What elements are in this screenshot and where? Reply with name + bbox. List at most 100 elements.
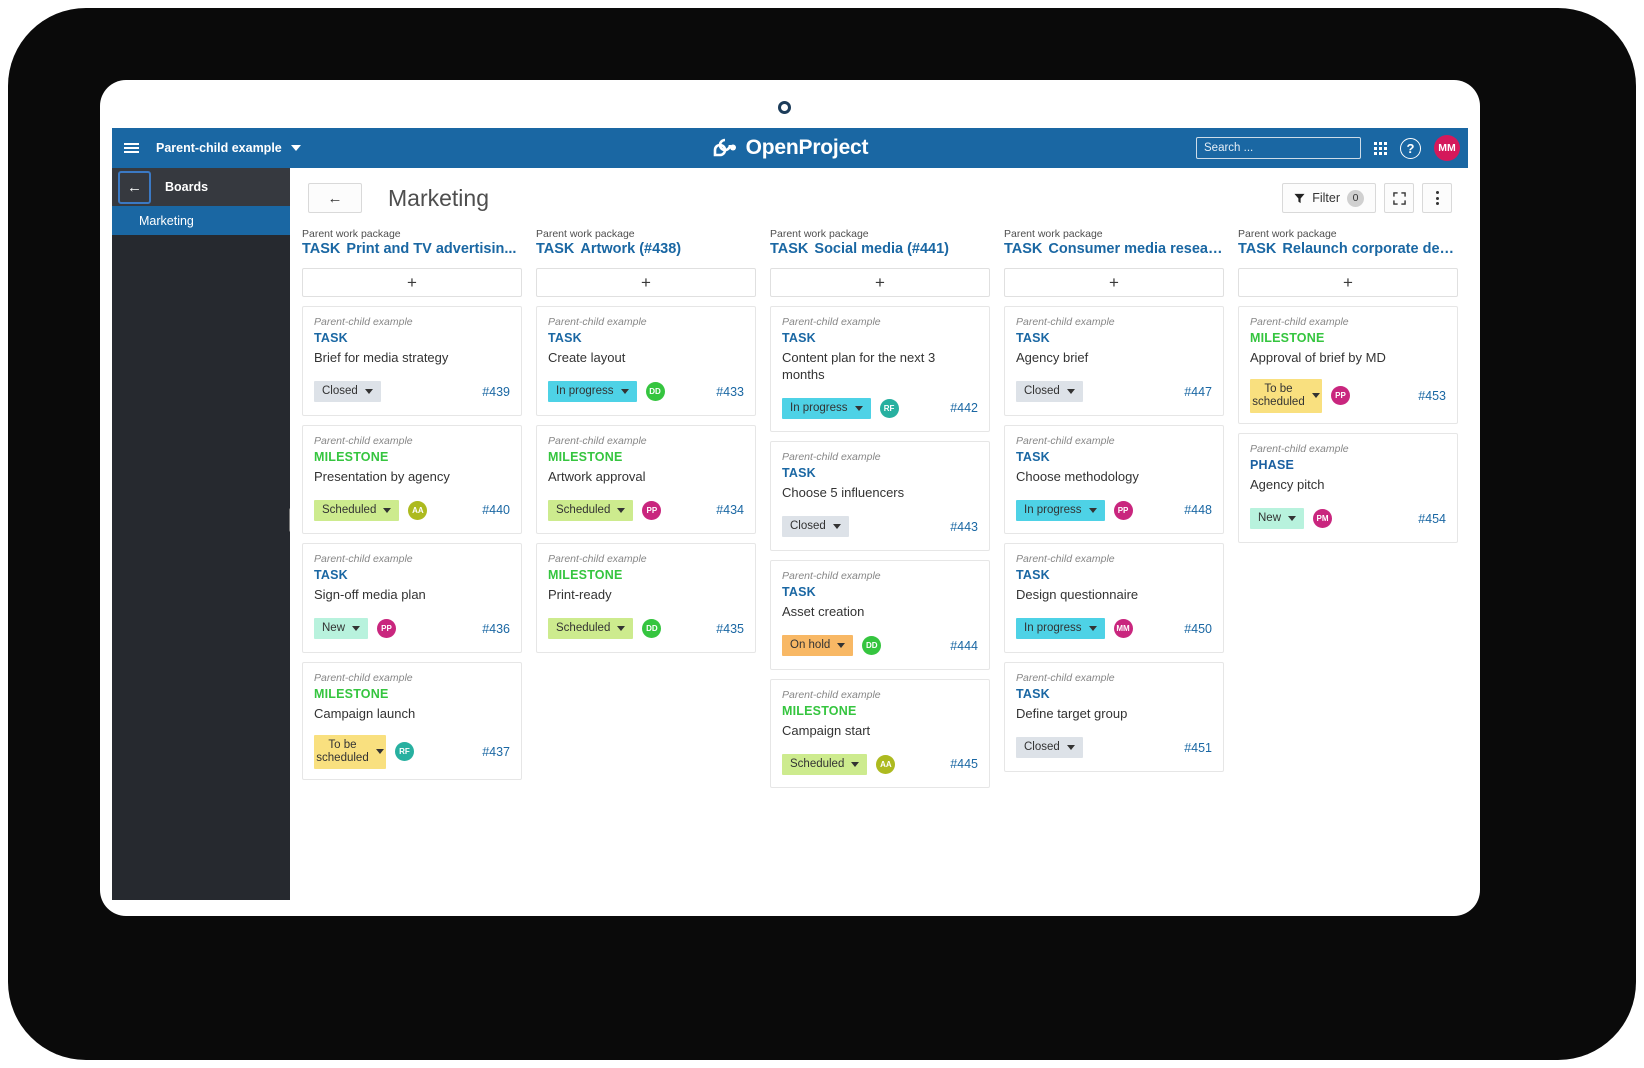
status-badge[interactable]: In progress [548,381,637,403]
status-badge[interactable]: Closed [314,381,381,403]
help-icon[interactable]: ? [1400,137,1421,159]
card-id-link[interactable]: #437 [482,745,510,759]
status-badge[interactable]: In progress [1016,499,1105,521]
assignee-avatar[interactable]: DD [642,619,662,639]
status-label: Closed [1024,385,1060,398]
card-id-link[interactable]: #451 [1184,741,1212,755]
card-id-link[interactable]: #443 [950,520,978,534]
work-package-card[interactable]: Parent-child example MILESTONE Artwork app… [536,424,756,535]
add-card-button[interactable]: + [536,268,756,297]
status-badge[interactable]: To be scheduled [314,734,386,769]
assignee-avatar[interactable]: PP [642,500,662,520]
add-card-button[interactable]: + [770,268,990,297]
status-badge[interactable]: Scheduled [314,499,400,521]
assignee-avatar[interactable]: RF [395,742,414,762]
more-options-button[interactable] [1422,183,1452,213]
card-id-link[interactable]: #435 [716,622,744,636]
status-badge[interactable]: Closed [1016,736,1083,759]
card-footer: In progress PP #448 [1016,497,1212,523]
work-package-card[interactable]: Parent-child example MILESTONE Print-ready… [536,543,756,653]
global-search[interactable] [1196,137,1361,159]
card-id-link[interactable]: #434 [716,503,744,517]
card-id-link[interactable]: #440 [482,503,510,517]
status-badge[interactable]: Closed [782,516,849,538]
work-package-card[interactable]: Parent-child example MILESTONE Campaign la… [302,661,522,780]
work-package-card[interactable]: Parent-child example TASK Define target gr… [1004,661,1224,772]
work-package-card[interactable]: Parent-child example TASK Brief for media … [302,306,522,416]
card-id-link[interactable]: #454 [1418,512,1446,526]
card-footer: Closed #451 [1016,735,1212,761]
status-badge[interactable]: In progress [1016,618,1105,640]
status-badge[interactable]: Scheduled [548,618,634,640]
work-package-card[interactable]: Parent-child example TASK Agency brief Clos… [1004,306,1224,416]
assignee-avatar[interactable]: RF [879,398,899,418]
card-type: MILESTONE [782,703,857,718]
app-grid-icon[interactable] [1374,141,1387,155]
card-id-link[interactable]: #433 [716,385,744,399]
card-project-name: Parent-child example [314,553,413,566]
assignee-avatar[interactable]: MM [1113,619,1133,639]
status-badge[interactable]: On hold [782,634,854,657]
card-id-link[interactable]: #436 [482,622,510,636]
work-package-card[interactable]: Parent-child example PHASE Agency pitch New… [1238,433,1458,543]
sidebar-item-marketing[interactable]: Marketing [112,206,290,235]
card-id-link[interactable]: #445 [950,757,978,771]
column-title[interactable]: TASK Social media (#441) [770,241,990,257]
card-subject: Presentation by agency [314,468,450,484]
column-title[interactable]: TASK Print and TV advertisin... [302,241,522,257]
work-package-card[interactable]: Parent-child example MILESTONE Presentatio… [302,424,522,535]
filter-button[interactable]: Filter 0 [1282,183,1376,213]
hamburger-menu-icon[interactable] [112,128,150,168]
project-selector[interactable]: Parent-child example [150,141,307,155]
card-id-link[interactable]: #450 [1184,622,1212,636]
status-badge[interactable]: Scheduled [782,753,868,775]
status-badge[interactable]: In progress [782,397,871,419]
assignee-avatar[interactable]: DD [862,636,882,655]
status-badge[interactable]: New [314,618,369,640]
add-card-button[interactable]: + [1004,268,1224,297]
work-package-card[interactable]: Parent-child example TASK Choose methodolo… [1004,424,1224,535]
work-package-card[interactable]: Parent-child example TASK Asset creation On… [770,559,990,670]
status-badge[interactable]: Scheduled [548,499,634,521]
column-title[interactable]: TASK Consumer media resear... [1004,241,1224,257]
card-project-name: Parent-child example [782,316,881,328]
assignee-avatar[interactable]: PP [1331,386,1350,406]
column-title[interactable]: TASK Relaunch corporate des... [1238,241,1458,257]
chevron-down-icon [1066,745,1075,750]
card-id-link[interactable]: #444 [950,639,978,653]
column-kicker: Parent work package [302,228,401,240]
status-badge[interactable]: To be scheduled [1250,378,1322,414]
assignee-avatar[interactable]: PP [377,619,397,639]
assignee-avatar[interactable]: DD [645,382,665,402]
work-package-card[interactable]: Parent-child example TASK Choose 5 influen… [770,441,990,551]
card-id-link[interactable]: #453 [1418,389,1446,403]
work-package-card[interactable]: Parent-child example MILESTONE Campaign st… [770,678,990,789]
card-id-link[interactable]: #439 [482,385,510,399]
assignee-avatar[interactable]: PP [1113,500,1133,520]
search-input[interactable] [1204,142,1358,154]
column-title[interactable]: TASK Artwork (#438) [536,241,756,257]
card-id-link[interactable]: #442 [950,401,978,415]
column-type-prefix: TASK [1238,241,1277,257]
fullscreen-button[interactable] [1384,183,1414,213]
work-package-card[interactable]: Parent-child example TASK Design questionn… [1004,543,1224,653]
work-package-card[interactable]: Parent-child example MILESTONE Approval of… [1238,306,1458,425]
board-back-button[interactable]: ← [308,183,362,213]
assignee-avatar[interactable]: PM [1313,509,1333,529]
work-package-card[interactable]: Parent-child example TASK Create layout In … [536,306,756,416]
status-badge[interactable]: Closed [1016,381,1083,403]
card-id-link[interactable]: #447 [1184,385,1212,399]
user-avatar[interactable]: MM [1434,135,1460,161]
add-card-button[interactable]: + [1238,268,1458,297]
status-label: In progress [1024,622,1082,635]
sidebar-back-button[interactable]: ← [118,170,151,204]
add-card-button[interactable]: + [302,268,522,297]
card-subject: Artwork approval [548,468,646,484]
card-id-link[interactable]: #448 [1184,503,1212,517]
assignee-avatar[interactable]: AA [876,754,896,774]
work-package-card[interactable]: Parent-child example TASK Content plan for… [770,306,990,433]
status-badge[interactable]: New [1250,508,1305,530]
assignee-avatar[interactable]: AA [408,500,428,520]
work-package-card[interactable]: Parent-child example TASK Sign-off media p… [302,543,522,653]
chevron-down-icon [1088,626,1097,632]
